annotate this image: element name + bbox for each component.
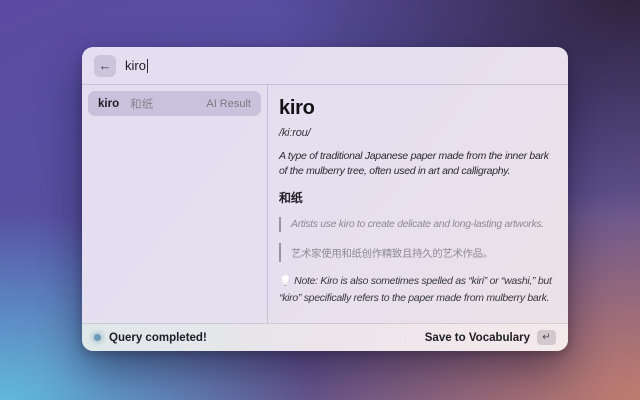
dictionary-window: ← kiro kiro 和纸 AI Result kiro /kiːrou/ A…	[82, 47, 568, 351]
example-sentence-english: Artists use kiro to create delicate and …	[279, 217, 560, 232]
status-dot-icon	[94, 334, 101, 341]
results-sidebar: kiro 和纸 AI Result	[82, 85, 267, 323]
pronunciation: /kiːrou/	[279, 127, 560, 139]
usage-note-text: Note: Kiro is also sometimes spelled as …	[279, 275, 552, 304]
status-text: Query completed!	[109, 332, 207, 344]
back-button[interactable]: ←	[94, 55, 116, 77]
back-arrow-icon: ←	[99, 59, 112, 72]
window-body: kiro 和纸 AI Result kiro /kiːrou/ A type o…	[82, 85, 568, 323]
definition-text: A type of traditional Japanese paper mad…	[279, 149, 559, 179]
save-to-vocabulary-label: Save to Vocabulary	[425, 332, 530, 344]
ai-result-badge: AI Result	[206, 98, 251, 110]
search-query-text: kiro	[125, 58, 146, 73]
result-item-word: kiro	[98, 98, 119, 110]
translation-heading: 和纸	[279, 189, 560, 206]
desktop-background: ← kiro kiro 和纸 AI Result kiro /kiːrou/ A…	[0, 0, 640, 400]
status-bar: Query completed! Save to Vocabulary ↵	[82, 323, 568, 351]
result-item-translation: 和纸	[130, 96, 153, 112]
search-input[interactable]: kiro	[125, 58, 148, 73]
usage-note: 💡Note: Kiro is also sometimes spelled as…	[279, 273, 560, 306]
example-sentence-chinese: 艺术家使用和纸创作精致且持久的艺术作品。	[279, 243, 560, 262]
definition-panel: kiro /kiːrou/ A type of traditional Japa…	[268, 85, 568, 323]
save-to-vocabulary-button[interactable]: Save to Vocabulary ↵	[425, 330, 556, 345]
headword: kiro	[279, 97, 560, 120]
text-cursor	[147, 59, 149, 73]
enter-key-icon: ↵	[537, 330, 556, 345]
search-bar: ← kiro	[82, 47, 568, 84]
lightbulb-icon: 💡	[279, 276, 291, 287]
result-list-item[interactable]: kiro 和纸 AI Result	[88, 91, 261, 116]
